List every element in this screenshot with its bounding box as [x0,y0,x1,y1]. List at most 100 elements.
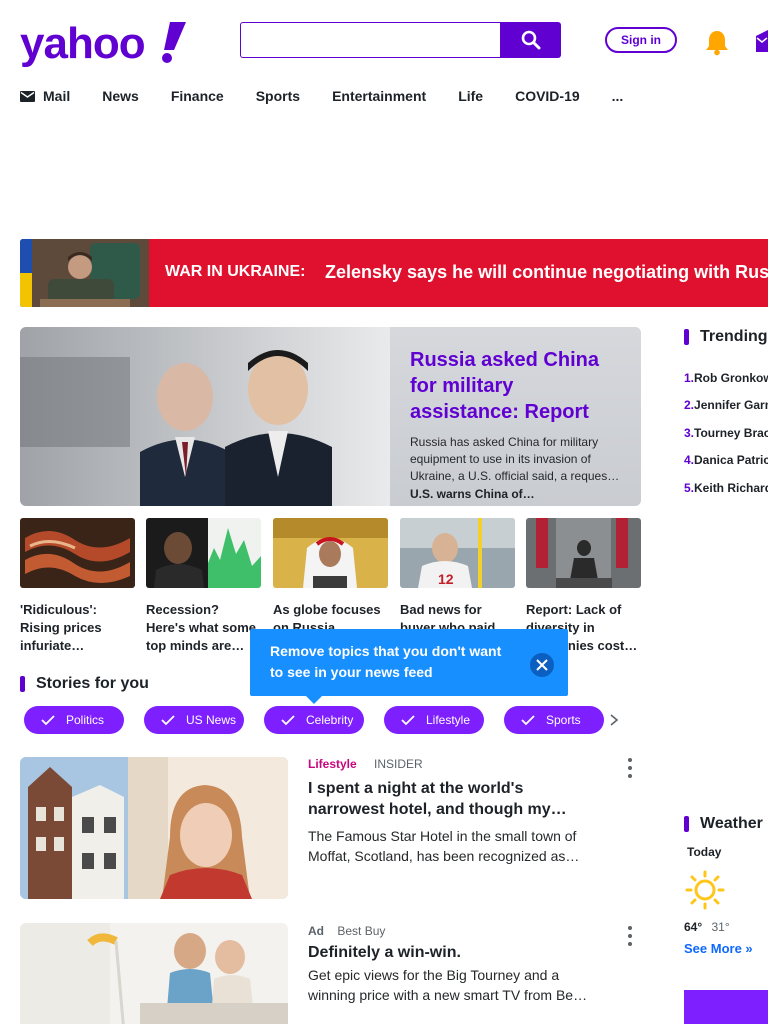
nav-finance[interactable]: Finance [171,88,224,104]
svg-text:12: 12 [438,571,454,587]
topic-chips: Politics US News Celebrity Lifestyle Spo… [24,706,624,734]
trader-photo [146,518,261,588]
check-icon [521,715,535,726]
search-input[interactable] [240,22,502,58]
trending-rank: 1. [684,370,695,385]
trending-item[interactable]: 2. Jennifer Garner [684,392,768,420]
related-story[interactable]: 'Ridiculous': Rising prices infuriate… [20,518,135,655]
trending-list: 1. Rob Gronkowski 2. Jennifer Garner 3. … [684,364,768,502]
trending-rank: 4. [684,453,695,468]
ad-description: Get epic views for the Big Tourney and a… [308,967,588,1003]
sign-in-button[interactable]: Sign in [605,27,677,53]
section-accent-bar [20,676,25,692]
check-icon [401,715,415,726]
yahoo-logo[interactable]: yahoo [20,18,188,68]
bacon-photo [20,518,135,588]
mail-icon[interactable] [756,30,768,52]
trending-text: Rob Gronkowski [694,370,768,385]
check-icon [161,715,175,726]
football-player-photo: 12 [400,518,515,588]
weather-see-more-link[interactable]: See More » [684,941,753,956]
stories-section-title: Stories for you [20,675,149,693]
ad-image[interactable] [20,923,288,1024]
related-story-caption: 'Ridiculous': Rising prices infuriate… [20,602,102,653]
related-story[interactable]: Recession? Here's what some top minds ar… [146,518,261,655]
banner-label: WAR IN UKRAINE: [165,263,306,280]
saudi-king-photo [273,518,388,588]
banner-headline[interactable]: Zelensky says he will continue negotiati… [325,262,768,283]
hero-photo [20,327,390,506]
related-story-caption: Recession? Here's what some top minds ar… [146,602,257,653]
nav-sports[interactable]: Sports [256,88,300,104]
sun-icon [685,870,725,910]
search-button[interactable] [500,22,561,58]
nav-mail[interactable]: Mail [20,88,70,104]
nav-entertainment[interactable]: Entertainment [332,88,426,104]
trending-text: Danica Patrick [694,453,768,468]
story-source: INSIDER [374,757,423,771]
chip-label: Celebrity [306,713,354,727]
main-nav: Mail News Finance Sports Entertainment L… [20,86,655,106]
breaking-news-banner[interactable]: WAR IN UKRAINE: Zelensky says he will co… [20,239,768,307]
trending-text: Tourney Bracket [694,425,768,440]
ad-label: Ad [308,924,324,938]
temp-high: 64° [684,920,703,934]
feed-story-title[interactable]: I spent a night at the world's narrowest… [308,778,598,820]
hero-story[interactable]: Russia asked China for military assistan… [20,327,641,506]
feed-story-image[interactable] [20,757,288,899]
hero-text-panel: Russia asked China for military assistan… [390,327,641,506]
nav-covid[interactable]: COVID-19 [515,88,580,104]
chip-label: Politics [66,713,105,727]
trending-section-title: Trending [684,328,768,346]
stories-title-text: Stories for you [36,675,149,692]
nav-mail-label: Mail [43,88,71,104]
trending-title-text: Trending [700,328,768,345]
section-accent-bar [684,329,689,345]
ad-source: Best Buy [337,924,386,938]
more-options-icon[interactable] [625,926,635,946]
hero-description: Russia has asked China for military equi… [410,435,620,483]
weather-temps: 64° 31° [684,920,730,934]
ad-title[interactable]: Definitely a win-win. [308,942,461,963]
trending-text: Keith Richards [694,480,768,495]
nav-news[interactable]: News [102,88,139,104]
topics-tooltip: Remove topics that you don't want to see… [250,629,568,704]
trending-text: Jennifer Garner [694,398,768,413]
feed-story-meta: Lifestyle INSIDER [308,757,423,771]
chip-label: US News [186,713,237,727]
chip-politics[interactable]: Politics [24,706,124,734]
trending-item[interactable]: 5. Keith Richards [684,474,768,502]
trending-rank: 3. [684,425,695,440]
zelensky-photo [20,239,149,307]
hero-title[interactable]: Russia asked China for military assistan… [410,347,621,425]
temp-low: 31° [711,920,730,934]
hero-related-link[interactable]: U.S. warns China of… [410,487,621,501]
weather-day: Today [687,845,722,859]
bell-icon[interactable] [703,28,731,56]
chip-lifestyle[interactable]: Lifestyle [384,706,484,734]
trending-rank: 5. [684,480,695,495]
promo-banner[interactable] [684,990,768,1024]
check-icon [281,715,295,726]
close-icon [536,659,548,671]
feed-story-description: The Famous Star Hotel in the small town … [308,828,580,864]
weather-section-title: Weather [684,815,763,833]
trending-rank: 2. [684,398,695,413]
chip-us-news[interactable]: US News [144,706,244,734]
trending-item[interactable]: 1. Rob Gronkowski [684,364,768,392]
chip-label: Sports [546,713,581,727]
chip-celebrity[interactable]: Celebrity [264,706,364,734]
chevron-right-icon[interactable] [608,713,620,727]
tooltip-close-button[interactable] [530,653,554,677]
chip-sports[interactable]: Sports [504,706,604,734]
nav-more[interactable]: ... [612,88,624,104]
check-icon [41,715,55,726]
story-category[interactable]: Lifestyle [308,757,357,771]
trending-item[interactable]: 4. Danica Patrick [684,447,768,475]
svg-text:yahoo: yahoo [20,19,145,68]
fearless-girl-photo [526,518,641,588]
trending-item[interactable]: 3. Tourney Bracket [684,419,768,447]
nav-life[interactable]: Life [458,88,483,104]
more-options-icon[interactable] [625,758,635,778]
section-accent-bar [684,816,689,832]
